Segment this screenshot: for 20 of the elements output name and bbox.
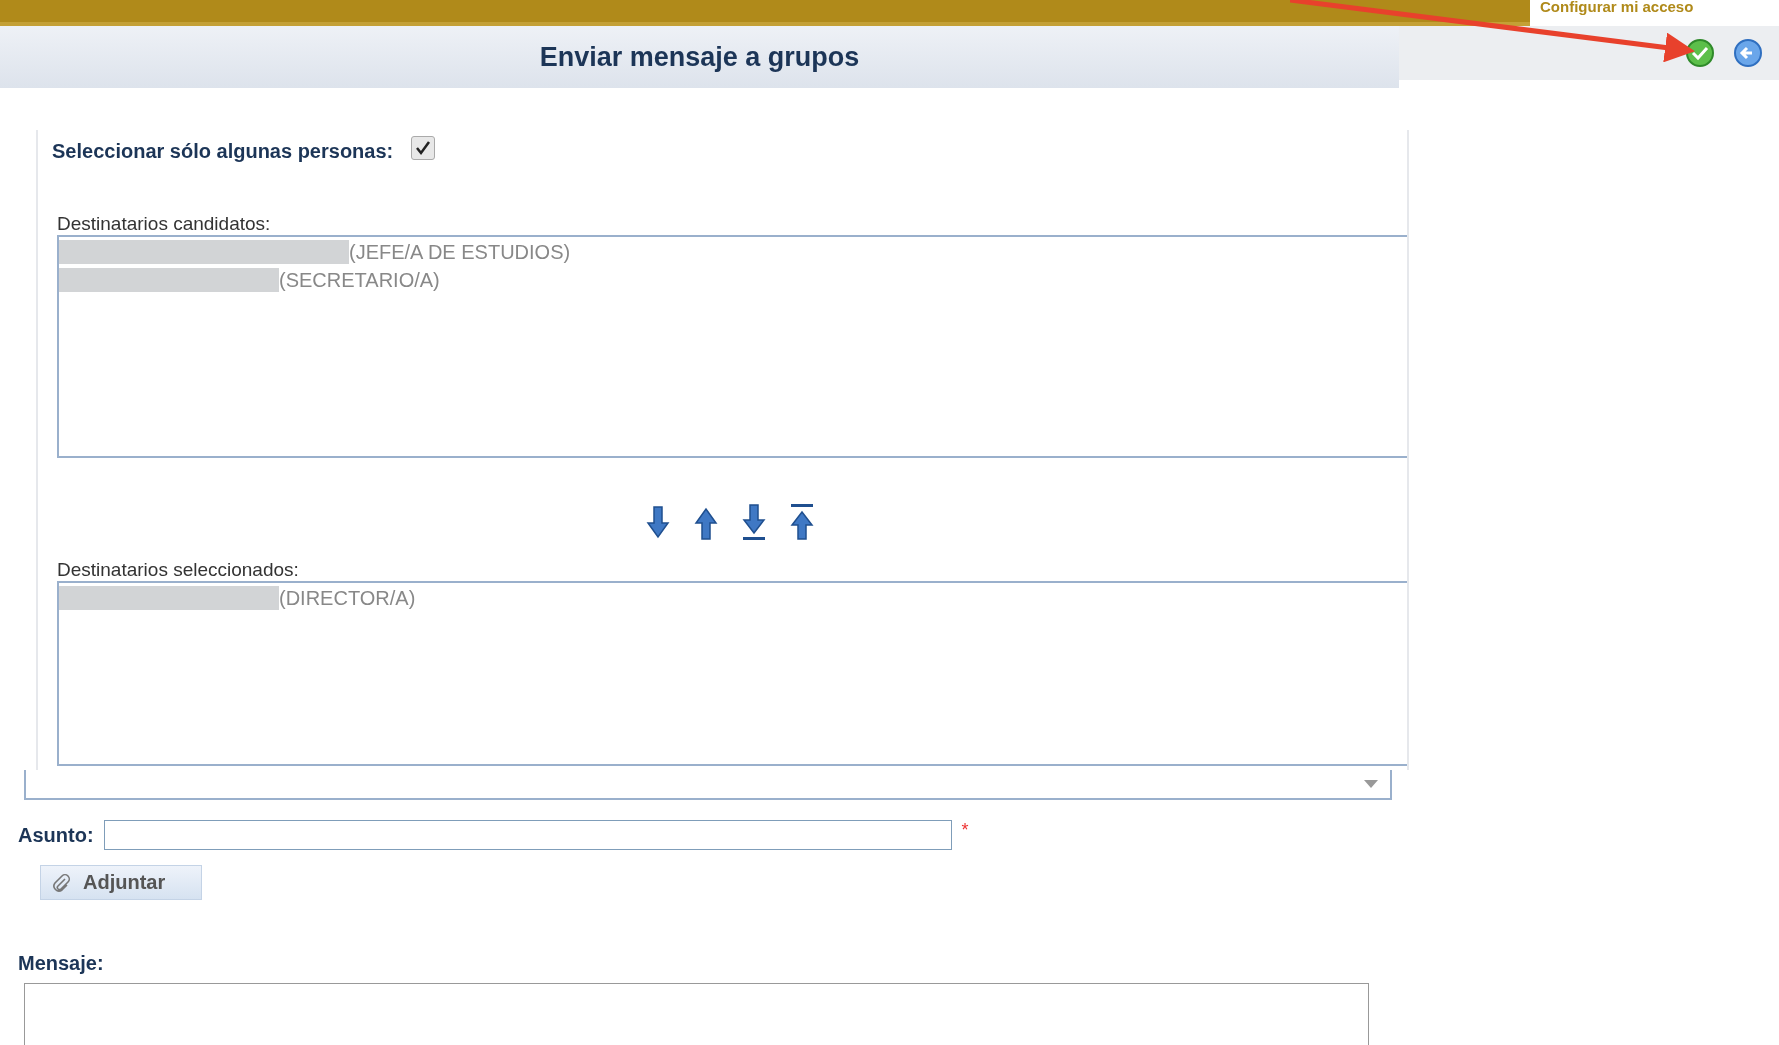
message-label: Mensaje:: [18, 952, 104, 974]
subject-field[interactable]: [103, 820, 952, 850]
subject-label: Asunto:: [18, 823, 94, 847]
paperclip-icon: [51, 872, 71, 893]
checkmark-icon: [415, 139, 432, 156]
caret-icon: [1364, 780, 1378, 788]
required-mark: *: [961, 820, 969, 841]
configure-access-link[interactable]: Configurar mi acceso: [1540, 0, 1694, 14]
page-title: Enviar mensaje a grupos: [539, 41, 860, 73]
checkbox-label: Seleccionar sólo algunas personas:: [52, 140, 394, 163]
dropdown-field[interactable]: [24, 770, 1392, 800]
list-item[interactable]: (DIRECTOR/A): [59, 584, 1407, 612]
checkbox[interactable]: [411, 135, 436, 160]
list-item[interactable]: (JEFE/A DE ESTUDIOS): [59, 238, 1407, 266]
list-item[interactable]: (SECRETARIO/A): [59, 266, 1407, 294]
confirm-button[interactable]: [1685, 38, 1715, 68]
attach-button[interactable]: Adjuntar: [40, 865, 202, 900]
back-button[interactable]: [1733, 38, 1763, 68]
list-label: Destinatarios candidatos:: [57, 213, 272, 235]
list-label: Destinatarios seleccionados:: [57, 559, 300, 581]
